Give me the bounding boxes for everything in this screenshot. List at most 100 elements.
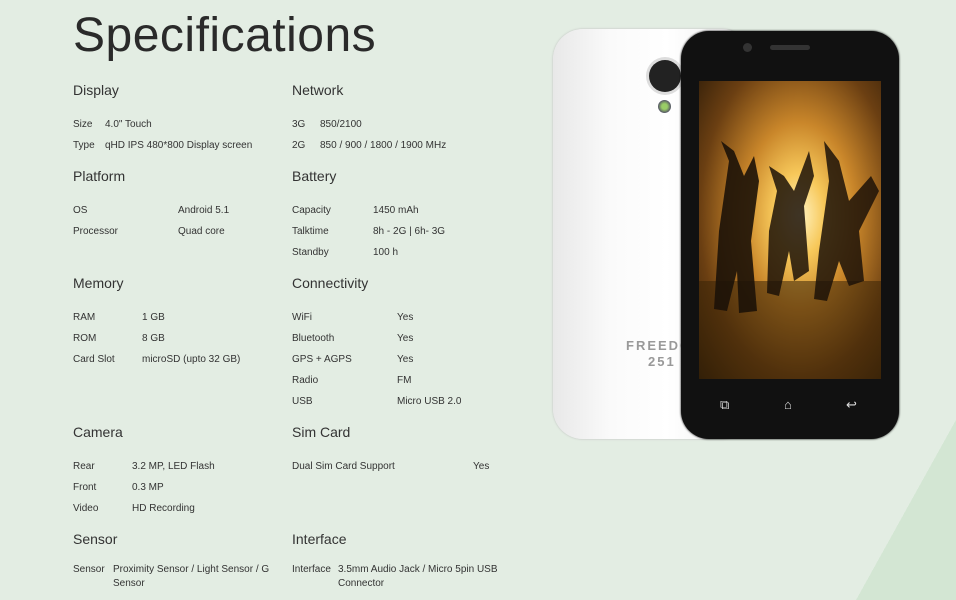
spec-row: WiFi Yes xyxy=(292,307,461,328)
decorative-corner xyxy=(856,420,956,600)
page-title: Specifications xyxy=(73,9,377,62)
spec-key: Sensor xyxy=(73,564,105,575)
section-title: Display xyxy=(73,82,119,98)
spec-value: 1450 mAh xyxy=(373,205,419,216)
section-network: Network 3G 850/2100 2G 850 / 900 / 1800 … xyxy=(292,81,446,156)
section-connectivity: Connectivity WiFi Yes Bluetooth Yes GPS … xyxy=(292,274,461,412)
back-icon: ↩ xyxy=(846,397,857,412)
spec-key: Processor xyxy=(73,226,119,237)
section-battery: Battery Capacity 1450 mAh Talktime 8h - … xyxy=(292,167,445,263)
spec-value: Yes xyxy=(397,333,414,344)
spec-row: 3G 850/2100 xyxy=(292,114,446,135)
spec-value: 1 GB xyxy=(142,312,165,323)
spec-key: Rear xyxy=(73,461,95,472)
spec-row: Interface 3.5mm Audio Jack / Micro 5pin … xyxy=(292,563,508,591)
spec-row: Rear 3.2 MP, LED Flash xyxy=(73,456,215,477)
spec-key: Card Slot xyxy=(73,354,115,365)
spec-key: Radio xyxy=(292,375,319,386)
spec-value: Proximity Sensor / Light Sensor / G Sens… xyxy=(113,563,283,591)
spec-key: Talktime xyxy=(292,226,329,237)
section-camera: Camera Rear 3.2 MP, LED Flash Front 0.3 … xyxy=(73,423,215,519)
spec-value: 850 / 900 / 1800 / 1900 MHz xyxy=(320,140,447,151)
spec-row: Capacity 1450 mAh xyxy=(292,200,445,221)
spec-value: Micro USB 2.0 xyxy=(397,396,462,407)
spec-key: Video xyxy=(73,503,99,514)
spec-row: Front 0.3 MP xyxy=(73,477,215,498)
section-title: Network xyxy=(292,82,344,98)
section-title: Connectivity xyxy=(292,275,369,291)
spec-value: 4.0" Touch xyxy=(105,119,152,130)
spec-key: Type xyxy=(73,140,95,151)
spec-value: Yes xyxy=(473,461,490,472)
section-sensor: Sensor Sensor Proximity Sensor / Light S… xyxy=(73,530,283,591)
section-title: Memory xyxy=(73,275,124,291)
screen-photo xyxy=(699,141,881,379)
spec-value: Android 5.1 xyxy=(178,205,230,216)
spec-row: GPS + AGPS Yes xyxy=(292,349,461,370)
spec-key: 2G xyxy=(292,140,306,151)
section-simcard: Sim Card Dual Sim Card Support Yes xyxy=(292,423,489,477)
recent-apps-icon: ⧉ xyxy=(720,397,730,412)
spec-key: OS xyxy=(73,205,88,216)
spec-key: Standby xyxy=(292,247,329,258)
spec-row: Processor Quad core xyxy=(73,221,229,242)
section-title: Interface xyxy=(292,531,347,547)
spec-row: Standby 100 h xyxy=(292,242,445,263)
spec-row: USB Micro USB 2.0 xyxy=(292,391,461,412)
spec-key: Size xyxy=(73,119,93,130)
section-title: Camera xyxy=(73,424,123,440)
spec-key: RAM xyxy=(73,312,96,323)
spec-value: Yes xyxy=(397,354,414,365)
spec-row: Type qHD IPS 480*800 Display screen xyxy=(73,135,252,156)
spec-value: FM xyxy=(397,375,412,386)
spec-value: 8 GB xyxy=(142,333,165,344)
spec-value: HD Recording xyxy=(132,503,195,514)
spec-row: Sensor Proximity Sensor / Light Sensor /… xyxy=(73,563,283,591)
spec-key: USB xyxy=(292,396,313,407)
spec-value-line: Sensor xyxy=(113,578,145,589)
spec-row: OS Android 5.1 xyxy=(73,200,229,221)
section-title: Sensor xyxy=(73,531,118,547)
earpiece xyxy=(770,45,810,50)
section-platform: Platform OS Android 5.1 Processor Quad c… xyxy=(73,167,229,242)
spec-row: Radio FM xyxy=(292,370,461,391)
spec-value: 0.3 MP xyxy=(132,482,164,493)
spec-row: Card Slot microSD (upto 32 GB) xyxy=(73,349,240,370)
section-title: Battery xyxy=(292,168,337,184)
section-display: Display Size 4.0" Touch Type qHD IPS 480… xyxy=(73,81,252,156)
flash-icon xyxy=(658,100,671,113)
spec-value-line: Proximity Sensor / Light Sensor / G xyxy=(113,564,270,575)
spec-row: 2G 850 / 900 / 1800 / 1900 MHz xyxy=(292,135,446,156)
spec-key: WiFi xyxy=(292,312,312,323)
spec-value: Quad core xyxy=(178,226,225,237)
spec-row: ROM 8 GB xyxy=(73,328,240,349)
spec-key: GPS + AGPS xyxy=(292,354,352,365)
spec-row: Bluetooth Yes xyxy=(292,328,461,349)
section-title: Sim Card xyxy=(292,424,351,440)
front-camera-icon xyxy=(743,43,752,52)
spec-key: ROM xyxy=(73,333,97,344)
spec-value: 850/2100 xyxy=(320,119,362,130)
spec-value: Yes xyxy=(397,312,414,323)
home-icon: ⌂ xyxy=(784,397,792,412)
spec-key: Capacity xyxy=(292,205,331,216)
section-memory: Memory RAM 1 GB ROM 8 GB Card Slot micro… xyxy=(73,274,240,370)
spec-value-line: 3.5mm Audio Jack / Micro 5pin USB xyxy=(338,564,498,575)
spec-key: Interface xyxy=(292,564,331,575)
spec-value: 3.5mm Audio Jack / Micro 5pin USB Connec… xyxy=(338,563,508,591)
phone-screen-image xyxy=(699,81,881,379)
spec-value-line: Connector xyxy=(338,578,385,589)
spec-key: Bluetooth xyxy=(292,333,335,344)
spec-key: Dual Sim Card Support xyxy=(292,461,395,472)
spec-value: 100 h xyxy=(373,247,399,258)
spec-value: 3.2 MP, LED Flash xyxy=(132,461,215,472)
spec-key: Front xyxy=(73,482,97,493)
section-interface: Interface Interface 3.5mm Audio Jack / M… xyxy=(292,530,508,591)
spec-row: Video HD Recording xyxy=(73,498,215,519)
spec-value: qHD IPS 480*800 Display screen xyxy=(105,140,253,151)
spec-value: microSD (upto 32 GB) xyxy=(142,354,241,365)
spec-row: Talktime 8h - 2G | 6h- 3G xyxy=(292,221,445,242)
spec-row: RAM 1 GB xyxy=(73,307,240,328)
spec-row: Size 4.0" Touch xyxy=(73,114,252,135)
rear-camera-icon xyxy=(649,60,681,92)
